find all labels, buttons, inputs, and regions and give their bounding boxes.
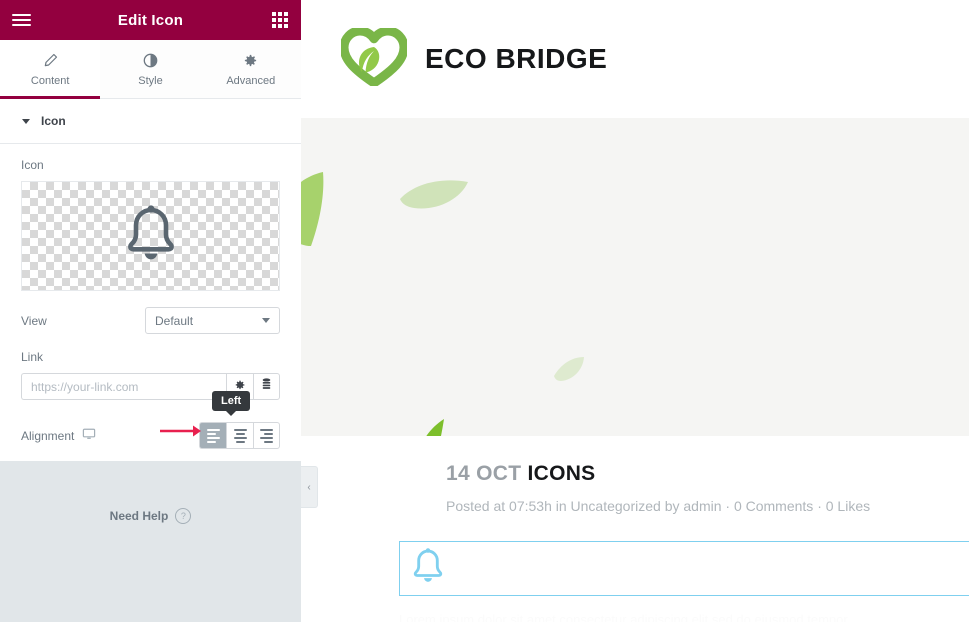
site-header: ECO BRIDGE	[301, 0, 969, 118]
question-mark-icon: ?	[175, 508, 192, 524]
alignment-button-group	[199, 422, 280, 449]
leaf-decoration-icon	[554, 357, 584, 381]
pencil-icon	[43, 52, 58, 70]
tab-content-label: Content	[30, 74, 70, 87]
post-body-text: Lorem ipsum dolor sit amet consectetur a…	[399, 612, 848, 622]
tab-style[interactable]: Style	[100, 40, 201, 98]
link-input[interactable]	[21, 373, 226, 400]
align-left-button[interactable]	[199, 422, 226, 449]
leaf-decoration-icon	[301, 172, 324, 246]
contrast-circle-icon	[143, 52, 158, 70]
site-logo[interactable]: ECO BRIDGE	[339, 26, 608, 91]
bell-icon	[122, 203, 180, 270]
widgets-grid-button[interactable]	[259, 0, 301, 40]
leaf-decoration-icon	[400, 180, 468, 209]
section-title: Icon	[41, 114, 66, 128]
tab-advanced[interactable]: Advanced	[200, 40, 301, 98]
editor-panel: Edit Icon Content Style Advanced Icon Ic…	[0, 0, 301, 622]
tab-content[interactable]: Content	[0, 40, 101, 99]
leaf-decoration-icon	[426, 419, 444, 436]
icon-preview-box[interactable]	[21, 181, 280, 291]
alignment-tooltip: Left	[212, 391, 251, 416]
align-left-icon	[206, 427, 220, 445]
chevron-left-icon: ‹	[307, 481, 311, 493]
need-help-link[interactable]: Need Help ?	[0, 508, 301, 524]
view-select-value: Default	[155, 313, 194, 328]
align-center-icon	[233, 427, 247, 445]
bell-icon	[410, 546, 446, 591]
desktop-monitor-icon[interactable]	[82, 427, 96, 444]
align-right-button[interactable]	[253, 422, 280, 449]
hero-banner	[301, 118, 969, 436]
dynamic-tags-icon	[261, 377, 272, 396]
view-row: View Default	[21, 307, 280, 334]
eco-heart-leaf-logo	[339, 26, 409, 91]
post-date: 14 OCT	[446, 462, 522, 485]
panel-collapse-handle[interactable]: ‹	[301, 466, 318, 508]
post-title: 14 OCT ICONS	[446, 462, 929, 486]
panel-footer: Need Help ?	[0, 461, 301, 622]
panel-title: Edit Icon	[117, 11, 184, 29]
link-dynamic-tags-button[interactable]	[253, 373, 280, 400]
caret-down-icon	[22, 118, 30, 124]
chevron-down-icon	[262, 318, 270, 323]
align-right-icon	[260, 427, 273, 445]
gear-icon	[243, 52, 258, 70]
brand-name: ECO BRIDGE	[425, 43, 608, 74]
site-preview: ECO BRIDGE 14 OCT ICONS Posted at 07:53h…	[301, 0, 969, 622]
tab-advanced-label: Advanced	[226, 74, 276, 87]
view-select[interactable]: Default	[145, 307, 280, 334]
panel-body: Icon View Default Link https://your-link…	[0, 144, 301, 449]
alignment-label: Alignment	[21, 428, 75, 443]
panel-header: Edit Icon	[0, 0, 301, 40]
alignment-row: Alignment Left	[21, 391, 280, 449]
elementor-editor-screen: Edit Icon Content Style Advanced Icon Ic…	[0, 0, 969, 622]
view-label: View	[21, 313, 47, 328]
section-header-icon[interactable]: Icon	[0, 99, 301, 144]
hamburger-menu-button[interactable]	[0, 0, 42, 40]
panel-tabs: Content Style Advanced	[0, 40, 301, 99]
need-help-label: Need Help	[109, 509, 169, 523]
post-area: 14 OCT ICONS Posted at 07:53h in Uncateg…	[301, 436, 969, 514]
post-meta: Posted at 07:53h in Uncategorized by adm…	[446, 498, 871, 514]
selected-icon-widget[interactable]	[399, 541, 969, 596]
link-label: Link	[21, 350, 44, 364]
widgets-grid-icon	[272, 12, 288, 28]
align-center-button[interactable]	[226, 422, 253, 449]
alignment-label-group: Alignment	[21, 427, 96, 444]
post-heading: ICONS	[527, 462, 596, 485]
hamburger-menu-icon	[11, 11, 31, 29]
icon-field-label: Icon	[21, 158, 44, 172]
tab-style-label: Style	[138, 74, 163, 87]
